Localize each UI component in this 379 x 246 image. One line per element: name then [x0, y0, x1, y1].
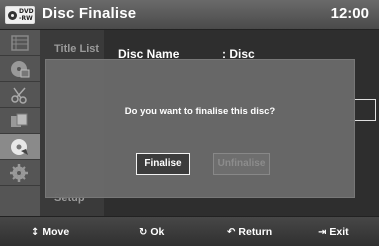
return-arrow-icon: ↶ [227, 227, 236, 238]
edit-scissors-icon [11, 87, 27, 104]
ok-enter-icon: ↻ [139, 227, 148, 238]
screen: DVD -RW Disc Finalise 12:00 Title List S… [0, 0, 379, 246]
footer-move: ↕ Move [31, 226, 69, 238]
clock: 12:00 [330, 5, 369, 22]
sidebar-item-setup[interactable] [0, 160, 40, 186]
footer-move-label: Move [42, 226, 70, 238]
footer-ok: ↻ Ok [139, 226, 164, 238]
finalise-dialog: Do you want to finalise this disc? Final… [45, 59, 355, 198]
footer-ok-label: Ok [150, 226, 165, 238]
footer-return-label: Return [238, 226, 273, 238]
header-bar: DVD -RW Disc Finalise 12:00 [0, 0, 379, 30]
disc-manager-icon [11, 61, 30, 78]
page-title: Disc Finalise [42, 5, 137, 22]
disc-settings-icon [11, 139, 28, 155]
copy-icon [11, 113, 28, 127]
setup-gear-icon [10, 164, 28, 182]
footer-return: ↶ Return [227, 226, 272, 238]
menu-title-list[interactable]: Title List [54, 43, 99, 55]
sidebar-item-disc-manager[interactable] [0, 56, 40, 82]
dialog-message: Do you want to finalise this disc? [124, 106, 276, 117]
footer-exit-label: Exit [329, 226, 349, 238]
sidebar-item-title-list[interactable] [0, 30, 40, 56]
unfinalise-button[interactable]: Unfinalise [213, 153, 270, 175]
footer-exit: ⇥ Exit [318, 226, 349, 238]
sidebar-item-copy[interactable] [0, 108, 40, 134]
finalise-button[interactable]: Finalise [136, 153, 190, 175]
dvd-rw-badge: DVD -RW [5, 6, 35, 24]
sidebar-item-edit[interactable] [0, 82, 40, 108]
move-arrows-icon: ↕ [31, 227, 40, 238]
exit-icon: ⇥ [318, 227, 327, 238]
sidebar [0, 30, 40, 216]
sidebar-item-disc-settings[interactable] [0, 134, 40, 160]
footer-bar: ↕ Move ↻ Ok ↶ Return ⇥ Exit [0, 216, 379, 246]
badge-line-2: -RW [19, 15, 33, 22]
title-list-icon [11, 35, 29, 51]
disc-icon [8, 11, 17, 20]
